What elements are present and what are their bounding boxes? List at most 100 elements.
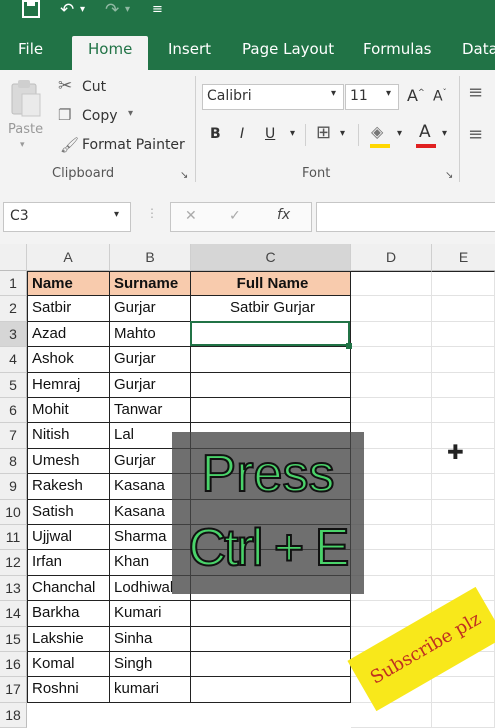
paste-label[interactable]: Paste (8, 122, 43, 137)
cell-d-18[interactable] (351, 702, 432, 728)
row-header[interactable]: 17 (0, 677, 27, 703)
row-header[interactable]: 3 (0, 321, 27, 348)
font-name-box[interactable]: Calibri ▾ (202, 84, 344, 110)
enter-icon[interactable]: ✓ (229, 208, 241, 224)
underline-dropdown-icon[interactable]: ▾ (290, 128, 295, 139)
column-header-c[interactable]: C (191, 244, 351, 271)
font-name-dropdown-icon[interactable]: ▾ (331, 88, 336, 99)
align-icon[interactable]: ≡ (468, 82, 483, 103)
tab-insert[interactable]: Insert (168, 36, 211, 70)
grow-font-icon[interactable]: A^ (407, 86, 425, 105)
cell-e-1[interactable] (432, 271, 495, 297)
cut-icon[interactable]: ✂ (58, 76, 72, 96)
row-header[interactable]: 6 (0, 398, 27, 424)
redo-dropdown-icon[interactable]: ▾ (125, 0, 130, 22)
cell-a-2[interactable]: Satbir (27, 296, 110, 322)
bold-button[interactable]: B (210, 126, 221, 142)
cell-a-15[interactable]: Lakshie (27, 626, 110, 652)
column-header-e[interactable]: E (432, 244, 495, 271)
redo-icon[interactable]: ↷ (105, 0, 119, 22)
cell-a-10[interactable]: Satish (27, 499, 110, 525)
row-header[interactable]: 1 (0, 271, 27, 297)
cell-b-3[interactable]: Mahto (110, 321, 191, 348)
cell-a-1[interactable]: Name (27, 271, 110, 297)
cell-d-2[interactable] (351, 296, 432, 322)
cell-c-15[interactable] (191, 626, 351, 652)
cell-a-14[interactable]: Barkha (27, 601, 110, 627)
name-box[interactable]: C3 ▾ (3, 202, 131, 232)
row-header[interactable]: 2 (0, 296, 27, 322)
cell-c-14[interactable] (191, 601, 351, 627)
shrink-font-icon[interactable]: Aˇ (433, 88, 447, 105)
tab-page-layout[interactable]: Page Layout (242, 36, 334, 70)
fill-handle[interactable] (346, 343, 352, 350)
fill-color-dropdown-icon[interactable]: ▾ (397, 128, 402, 139)
save-icon[interactable] (22, 0, 40, 22)
cell-e-3[interactable] (432, 321, 495, 348)
cell-d-5[interactable] (351, 372, 432, 398)
clipboard-launcher-icon[interactable]: ↘ (180, 170, 188, 181)
font-size-dropdown-icon[interactable]: ▾ (386, 88, 391, 99)
row-header[interactable]: 9 (0, 474, 27, 500)
cell-a-12[interactable]: Irfan (27, 550, 110, 576)
cell-a-16[interactable]: Komal (27, 652, 110, 678)
align-center-icon[interactable]: ≡ (468, 124, 483, 145)
font-size-box[interactable]: 11 ▾ (345, 84, 399, 110)
cell-e-6[interactable] (432, 398, 495, 424)
cell-a-13[interactable]: Chanchal (27, 575, 110, 602)
cell-e-5[interactable] (432, 372, 495, 398)
tab-file[interactable]: File (18, 36, 43, 70)
fill-color-icon[interactable]: ◈ (371, 122, 383, 141)
cell-d-1[interactable] (351, 271, 432, 297)
cell-b-1[interactable]: Surname (110, 271, 191, 297)
cell-a-17[interactable]: Roshni (27, 677, 110, 703)
row-header[interactable]: 10 (0, 499, 27, 525)
cell-e-9[interactable] (432, 474, 495, 500)
cell-c-18[interactable] (191, 703, 351, 728)
cell-c-6[interactable] (191, 398, 351, 424)
cell-a-3[interactable]: Azad (27, 321, 110, 348)
insert-function-button[interactable]: fx (277, 207, 290, 223)
cell-d-6[interactable] (351, 398, 432, 424)
cell-c-16[interactable] (191, 652, 351, 678)
format-painter-label[interactable]: Format Painter (82, 137, 185, 153)
row-header[interactable]: 16 (0, 652, 27, 678)
cell-d-4[interactable] (351, 347, 432, 373)
cell-a-4[interactable]: Ashok (27, 347, 110, 373)
row-header[interactable]: 4 (0, 347, 27, 373)
italic-button[interactable]: I (240, 126, 244, 142)
paste-icon[interactable] (8, 78, 42, 118)
cell-a-9[interactable]: Rakesh (27, 474, 110, 500)
cell-b-16[interactable]: Singh (110, 652, 191, 678)
row-header[interactable]: 12 (0, 550, 27, 576)
select-all-corner[interactable] (0, 244, 27, 271)
cell-a-7[interactable]: Nitish (27, 423, 110, 449)
tab-home[interactable]: Home (72, 36, 149, 70)
cell-e-11[interactable] (432, 525, 495, 551)
cut-label[interactable]: Cut (82, 79, 106, 95)
cell-a-5[interactable]: Hemraj (27, 372, 110, 398)
cell-a-11[interactable]: Ujjwal (27, 525, 110, 551)
cell-b-18[interactable] (110, 703, 191, 728)
cell-a-6[interactable]: Mohit (27, 398, 110, 424)
cell-a-18[interactable] (27, 703, 110, 728)
cell-b-5[interactable]: Gurjar (110, 372, 191, 398)
cell-e-4[interactable] (432, 347, 495, 373)
cell-e-17[interactable] (432, 677, 495, 703)
customize-icon[interactable]: ≡ (152, 0, 163, 22)
cancel-icon[interactable]: ✕ (185, 208, 197, 224)
row-header[interactable]: 15 (0, 626, 27, 652)
column-header-b[interactable]: B (110, 244, 191, 271)
cell-e-12[interactable] (432, 550, 495, 576)
cell-c-17[interactable] (191, 677, 351, 703)
paste-dropdown-icon[interactable]: ▾ (20, 140, 25, 150)
cell-b-14[interactable]: Kumari (110, 601, 191, 627)
cell-b-17[interactable]: kumari (110, 677, 191, 703)
row-header[interactable]: 13 (0, 575, 27, 602)
cell-e-2[interactable] (432, 296, 495, 322)
row-header[interactable]: 14 (0, 601, 27, 627)
font-color-icon[interactable]: A (419, 122, 431, 142)
cell-c-5[interactable] (191, 372, 351, 398)
cell-c-4[interactable] (191, 347, 351, 373)
borders-dropdown-icon[interactable]: ▾ (340, 128, 345, 139)
